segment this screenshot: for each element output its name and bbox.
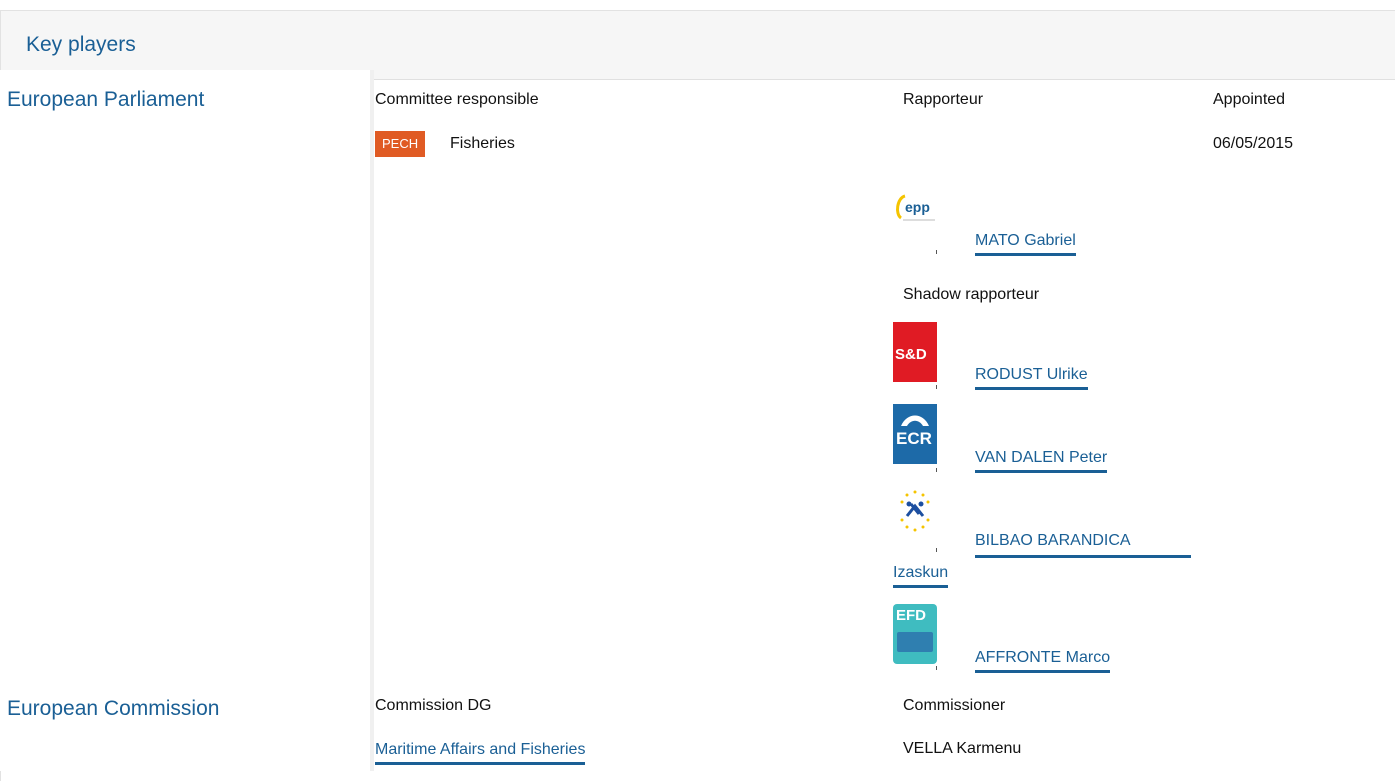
committee-responsible-header: Committee responsible xyxy=(375,91,539,108)
commission-dg-header: Commission DG xyxy=(375,697,492,714)
sd-logo: S&D xyxy=(893,322,937,382)
link-underline xyxy=(975,555,1191,558)
epp-logo: epp xyxy=(893,186,937,246)
shadow-link-bilbao-barandica-line2[interactable]: Izaskun xyxy=(893,563,949,588)
logo-mark xyxy=(936,548,937,552)
column-divider xyxy=(370,70,374,771)
rapporteur-link-mato-gabriel[interactable]: MATO Gabriel xyxy=(975,231,1076,256)
shadow-link-bilbao-barandica-line1[interactable]: BILBAO BARANDICA xyxy=(975,531,1131,551)
alde-logo xyxy=(893,486,937,546)
logo-mark xyxy=(936,385,937,389)
committee-name: Fisheries xyxy=(450,135,515,152)
institution-european-parliament: European Parliament xyxy=(7,88,205,111)
sd-logo-text: S&D xyxy=(895,346,927,363)
commission-dg-link[interactable]: Maritime Affairs and Fisheries xyxy=(375,740,586,765)
ecr-logo-text: ECR xyxy=(896,429,932,448)
appointed-date: 06/05/2015 xyxy=(1213,135,1294,152)
efdd-logo-text: EFD xyxy=(896,607,926,624)
logo-mark xyxy=(936,666,937,670)
panel-title: Key players xyxy=(26,33,136,56)
rapporteur-header: Rapporteur xyxy=(903,91,984,108)
efdd-logo-band xyxy=(897,632,933,652)
commissioner-header: Commissioner xyxy=(903,697,1006,714)
logo-mark xyxy=(936,250,937,254)
shadow-rapporteur-header: Shadow rapporteur xyxy=(903,286,1040,303)
ecr-logo: ECR xyxy=(893,404,937,464)
institution-european-commission: European Commission xyxy=(7,697,220,720)
committee-badge-pech: PECH xyxy=(375,131,426,157)
efdd-logo: EFD xyxy=(893,604,937,664)
logo-mark xyxy=(936,468,937,472)
commissioner-name: VELLA Karmenu xyxy=(903,740,1022,757)
shadow-link-affronte-marco[interactable]: AFFRONTE Marco xyxy=(975,648,1111,673)
institution-column xyxy=(0,70,371,771)
appointed-header: Appointed xyxy=(1213,91,1286,108)
shadow-link-van-dalen-peter[interactable]: VAN DALEN Peter xyxy=(975,448,1108,473)
svg-text:epp: epp xyxy=(905,199,930,215)
shadow-link-rodust-ulrike[interactable]: RODUST Ulrike xyxy=(975,365,1088,390)
